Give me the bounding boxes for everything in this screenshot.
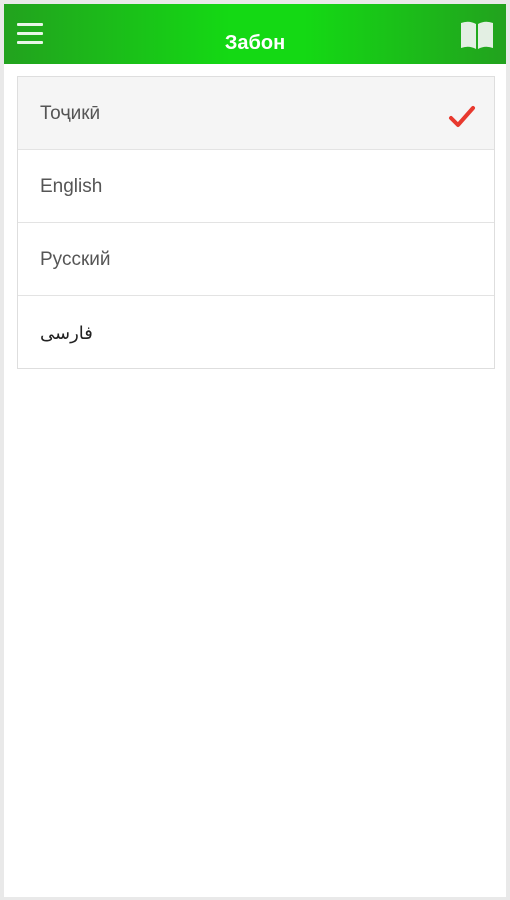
language-item-farsi[interactable]: فارسی [18,296,494,368]
checkmark-icon [449,106,475,127]
language-label: Тоҷикӣ [40,103,101,124]
language-item-english[interactable]: English [18,150,494,223]
page-title: Забон [224,32,286,54]
language-item-russian[interactable]: Русский [18,223,494,296]
language-label: English [40,176,103,197]
language-label: فارسی [40,323,93,343]
language-list: Тоҷикӣ English Русский فارسی [17,76,495,369]
app-bar: Забон [4,4,506,64]
language-item-tajik[interactable]: Тоҷикӣ [18,77,494,150]
hamburger-menu-icon[interactable] [14,20,46,48]
open-book-icon[interactable] [459,18,495,52]
language-label: Русский [40,249,111,270]
app-screen: Забон Тоҷикӣ English Русский فارسی [4,4,506,897]
